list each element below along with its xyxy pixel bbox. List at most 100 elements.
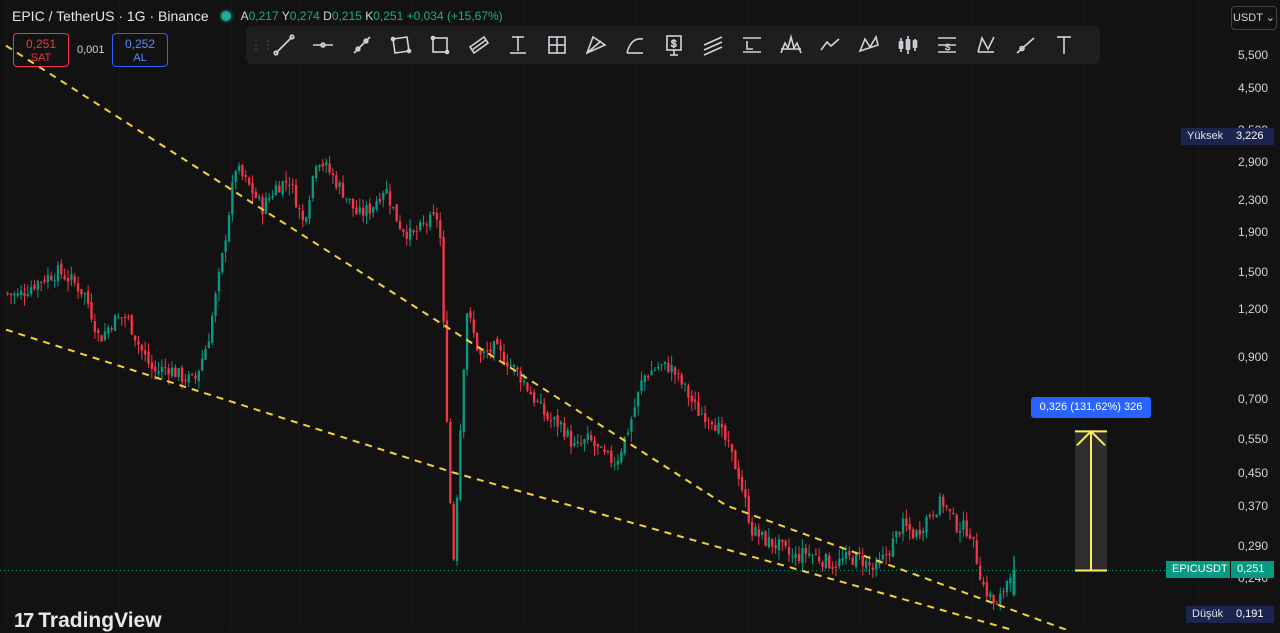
candle-body — [888, 553, 891, 556]
symbol-title[interactable]: EPIC / TetherUS · 1G · Binance — [12, 8, 209, 24]
candle-body — [499, 345, 502, 351]
candle-body — [975, 540, 978, 565]
multi-line-icon[interactable] — [693, 30, 732, 60]
candle-body — [318, 165, 321, 168]
text-tool-icon[interactable] — [1044, 30, 1083, 60]
candle-body — [593, 440, 596, 447]
candle-body — [640, 380, 643, 391]
candle-body — [972, 536, 975, 539]
candle-body — [794, 553, 797, 558]
candle-body — [1012, 570, 1016, 595]
candle-body — [767, 537, 771, 548]
price-chart[interactable] — [0, 0, 1280, 630]
change-readout: +0,034 (+15,67%) — [406, 9, 503, 23]
candle-body — [392, 206, 395, 209]
info-line-icon[interactable] — [342, 30, 381, 60]
rectangle-box-icon[interactable] — [381, 30, 420, 60]
candle-body — [398, 221, 402, 230]
candle-body — [680, 374, 683, 385]
price-tick-label: 1,500 — [1237, 264, 1268, 279]
candle-body — [700, 413, 703, 415]
candle-body — [978, 565, 982, 581]
price-tick-label: 4,500 — [1237, 81, 1268, 96]
candle-body — [787, 547, 791, 555]
candle-body — [744, 489, 747, 498]
candle-body — [791, 555, 794, 557]
candle-body — [224, 240, 227, 253]
candle-body — [995, 603, 999, 605]
candle-body — [603, 449, 606, 453]
candle-body — [147, 352, 150, 364]
candle-body — [180, 367, 184, 382]
candle-body — [284, 180, 288, 183]
candle-body — [670, 364, 673, 373]
candle-body — [536, 400, 539, 402]
candle-body — [251, 182, 254, 194]
candle-body — [325, 162, 328, 166]
fib-retracement-icon[interactable]: S — [927, 30, 966, 60]
candle-body — [532, 392, 536, 403]
candle-body — [227, 215, 231, 242]
candle-body — [184, 379, 187, 382]
candle-body — [432, 211, 435, 215]
xabcd-pattern-icon[interactable] — [849, 30, 888, 60]
horizontal-ray-icon[interactable] — [303, 30, 342, 60]
candle-body — [237, 165, 241, 171]
candle-body — [509, 365, 512, 367]
candle-body — [442, 237, 445, 322]
candle-body — [693, 399, 697, 402]
bars-pattern-icon[interactable] — [888, 30, 927, 60]
candle-body — [301, 210, 304, 221]
trend-line-icon[interactable] — [264, 30, 303, 60]
abcd-pattern-icon[interactable] — [966, 30, 1005, 60]
candle-body — [341, 182, 345, 198]
drag-handle-icon[interactable]: ⋮⋮ — [250, 38, 274, 52]
currency-selector[interactable]: USDT ⌄ — [1231, 6, 1277, 30]
candle-body — [952, 512, 955, 514]
high-value: 3,226 — [1230, 128, 1274, 145]
candle-body — [19, 290, 23, 295]
candle-body — [264, 197, 268, 214]
ray-icon[interactable] — [1005, 30, 1044, 60]
head-shoulders-icon[interactable] — [771, 30, 810, 60]
candle-body — [650, 370, 653, 376]
candle-body — [985, 582, 989, 597]
candle-body — [368, 203, 372, 214]
pitchfork-icon[interactable] — [576, 30, 615, 60]
candle-body — [486, 350, 489, 352]
candle-body — [730, 443, 734, 452]
candle-body — [858, 551, 861, 555]
candle-body — [479, 349, 482, 355]
text-anchor-icon[interactable] — [498, 30, 537, 60]
market-status-icon — [220, 11, 231, 21]
curve-icon[interactable] — [615, 30, 654, 60]
spread-value: 0,001 — [77, 44, 105, 56]
parallel-channel-icon[interactable] — [459, 30, 498, 60]
candle-body — [610, 450, 613, 463]
candle-body — [942, 496, 945, 507]
candle-body — [53, 280, 56, 282]
sell-button[interactable]: 0,251 SAT — [13, 33, 69, 67]
candle-body — [771, 538, 774, 547]
candle-body — [418, 222, 422, 231]
candle-body — [435, 213, 439, 220]
candle-body — [905, 518, 908, 527]
candle-body — [616, 460, 620, 465]
candle-body — [43, 280, 46, 282]
crosshair-icon[interactable] — [537, 30, 576, 60]
candle-body — [70, 273, 73, 280]
candle-body — [579, 443, 583, 445]
buy-button[interactable]: 0,252 AL — [112, 33, 168, 67]
long-position-icon[interactable] — [732, 30, 771, 60]
candle-body — [891, 538, 895, 557]
candle-body — [123, 316, 127, 318]
price-label-icon[interactable]: $ — [654, 30, 693, 60]
rectangle-icon[interactable] — [420, 30, 459, 60]
candle-body — [818, 556, 821, 562]
candle-body — [130, 315, 133, 335]
tradingview-logo[interactable]: 17 TradingView — [14, 609, 162, 633]
candle-body — [241, 165, 244, 177]
polyline-icon[interactable] — [810, 30, 849, 60]
candle-body — [646, 376, 650, 378]
candle-body — [563, 422, 566, 437]
